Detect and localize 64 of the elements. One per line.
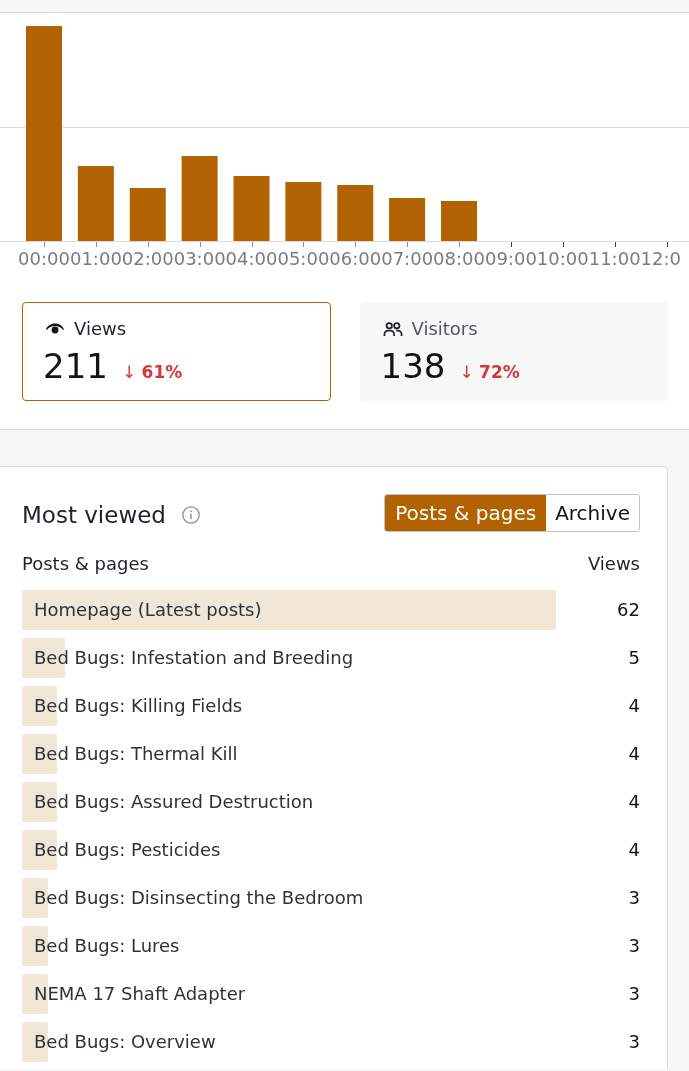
- view-count: 5: [628, 647, 640, 669]
- post-row[interactable]: Bed Bugs: Pesticides 4: [22, 830, 640, 870]
- axis-label: 06:00: [329, 248, 382, 269]
- axis-label: 02:00: [121, 248, 174, 269]
- chart-bar: [389, 198, 426, 241]
- axis-label: 09:00: [485, 248, 537, 269]
- stat-label: Views: [74, 318, 127, 340]
- stat-change: ↓ 61%: [121, 361, 183, 383]
- column-header: Views: [587, 553, 640, 575]
- post-row[interactable]: Bed Bugs: Lures 3: [22, 926, 640, 966]
- post-title: NEMA 17 Shaft Adapter: [34, 983, 246, 1005]
- view-count: 4: [628, 695, 640, 717]
- post-row[interactable]: Bed Bugs: Killing Fields 4: [22, 686, 640, 726]
- view-count: 62: [617, 599, 640, 621]
- axis-label: 01:00: [69, 248, 122, 269]
- view-count: 4: [628, 743, 640, 765]
- post-row[interactable]: Bed Bugs: Assured Destruction 4: [22, 782, 640, 822]
- post-row[interactable]: Homepage (Latest posts) 62: [22, 590, 640, 630]
- post-row[interactable]: Bed Bugs: Overview 3: [22, 1022, 640, 1062]
- post-title: Bed Bugs: Pesticides: [34, 839, 221, 861]
- stat-change: ↓ 72%: [459, 361, 520, 383]
- axis-label: 04:00: [225, 248, 278, 269]
- axis-label: 08:00: [433, 248, 485, 269]
- stat-card[interactable]: Views 211 ↓ 61%: [22, 302, 331, 401]
- axis-label: 00:00: [18, 248, 70, 269]
- post-title: Homepage (Latest posts): [34, 599, 262, 621]
- chart-bar: [441, 201, 477, 241]
- stat-label: Visitors: [411, 318, 478, 340]
- people-icon: [382, 321, 403, 337]
- chart-bar: [285, 182, 322, 241]
- post-title: Bed Bugs: Overview: [34, 1031, 216, 1053]
- axis-label: 07:00: [381, 248, 434, 269]
- view-count: 3: [628, 935, 640, 957]
- post-title: Bed Bugs: Infestation and Breeding: [34, 647, 354, 669]
- view-count: 4: [628, 839, 640, 861]
- stat-value: 138: [380, 346, 446, 386]
- view-count: 4: [628, 791, 640, 813]
- view-count: 3: [628, 1031, 640, 1053]
- column-header: Posts & pages: [22, 553, 149, 575]
- post-row[interactable]: NEMA 17 Shaft Adapter 3: [22, 974, 640, 1014]
- chart-bar: [337, 185, 374, 241]
- post-row[interactable]: Bed Bugs: Thermal Kill 4: [22, 734, 640, 774]
- post-title: Bed Bugs: Thermal Kill: [34, 743, 238, 765]
- info-icon[interactable]: [181, 506, 200, 524]
- stat-card[interactable]: Visitors 138 ↓ 72%: [359, 302, 668, 401]
- post-title: Bed Bugs: Disinsecting the Bedroom: [34, 887, 364, 909]
- axis-label: 10:00: [536, 248, 589, 269]
- axis-label: 05:00: [277, 248, 330, 269]
- axis-label: 12:0: [640, 248, 681, 269]
- stat-value: 211: [43, 346, 108, 386]
- post-title: Bed Bugs: Assured Destruction: [34, 791, 314, 813]
- post-row[interactable]: Bed Bugs: Infestation and Breeding 5: [22, 638, 640, 678]
- post-row[interactable]: Bed Bugs: Disinsecting the Bedroom 3: [22, 878, 640, 918]
- view-count: 3: [628, 983, 640, 1005]
- chart-bar: [233, 176, 270, 241]
- post-title: Bed Bugs: Lures: [34, 935, 180, 957]
- axis-label: 11:00: [588, 248, 641, 269]
- tab[interactable]: Posts & pages: [385, 495, 547, 531]
- chart-bar: [129, 188, 166, 241]
- section-title: Most viewed: [22, 501, 166, 529]
- eye-icon: [45, 323, 65, 335]
- view-count: 3: [628, 887, 640, 909]
- axis-label: 03:00: [173, 248, 226, 269]
- post-title: Bed Bugs: Killing Fields: [34, 695, 243, 717]
